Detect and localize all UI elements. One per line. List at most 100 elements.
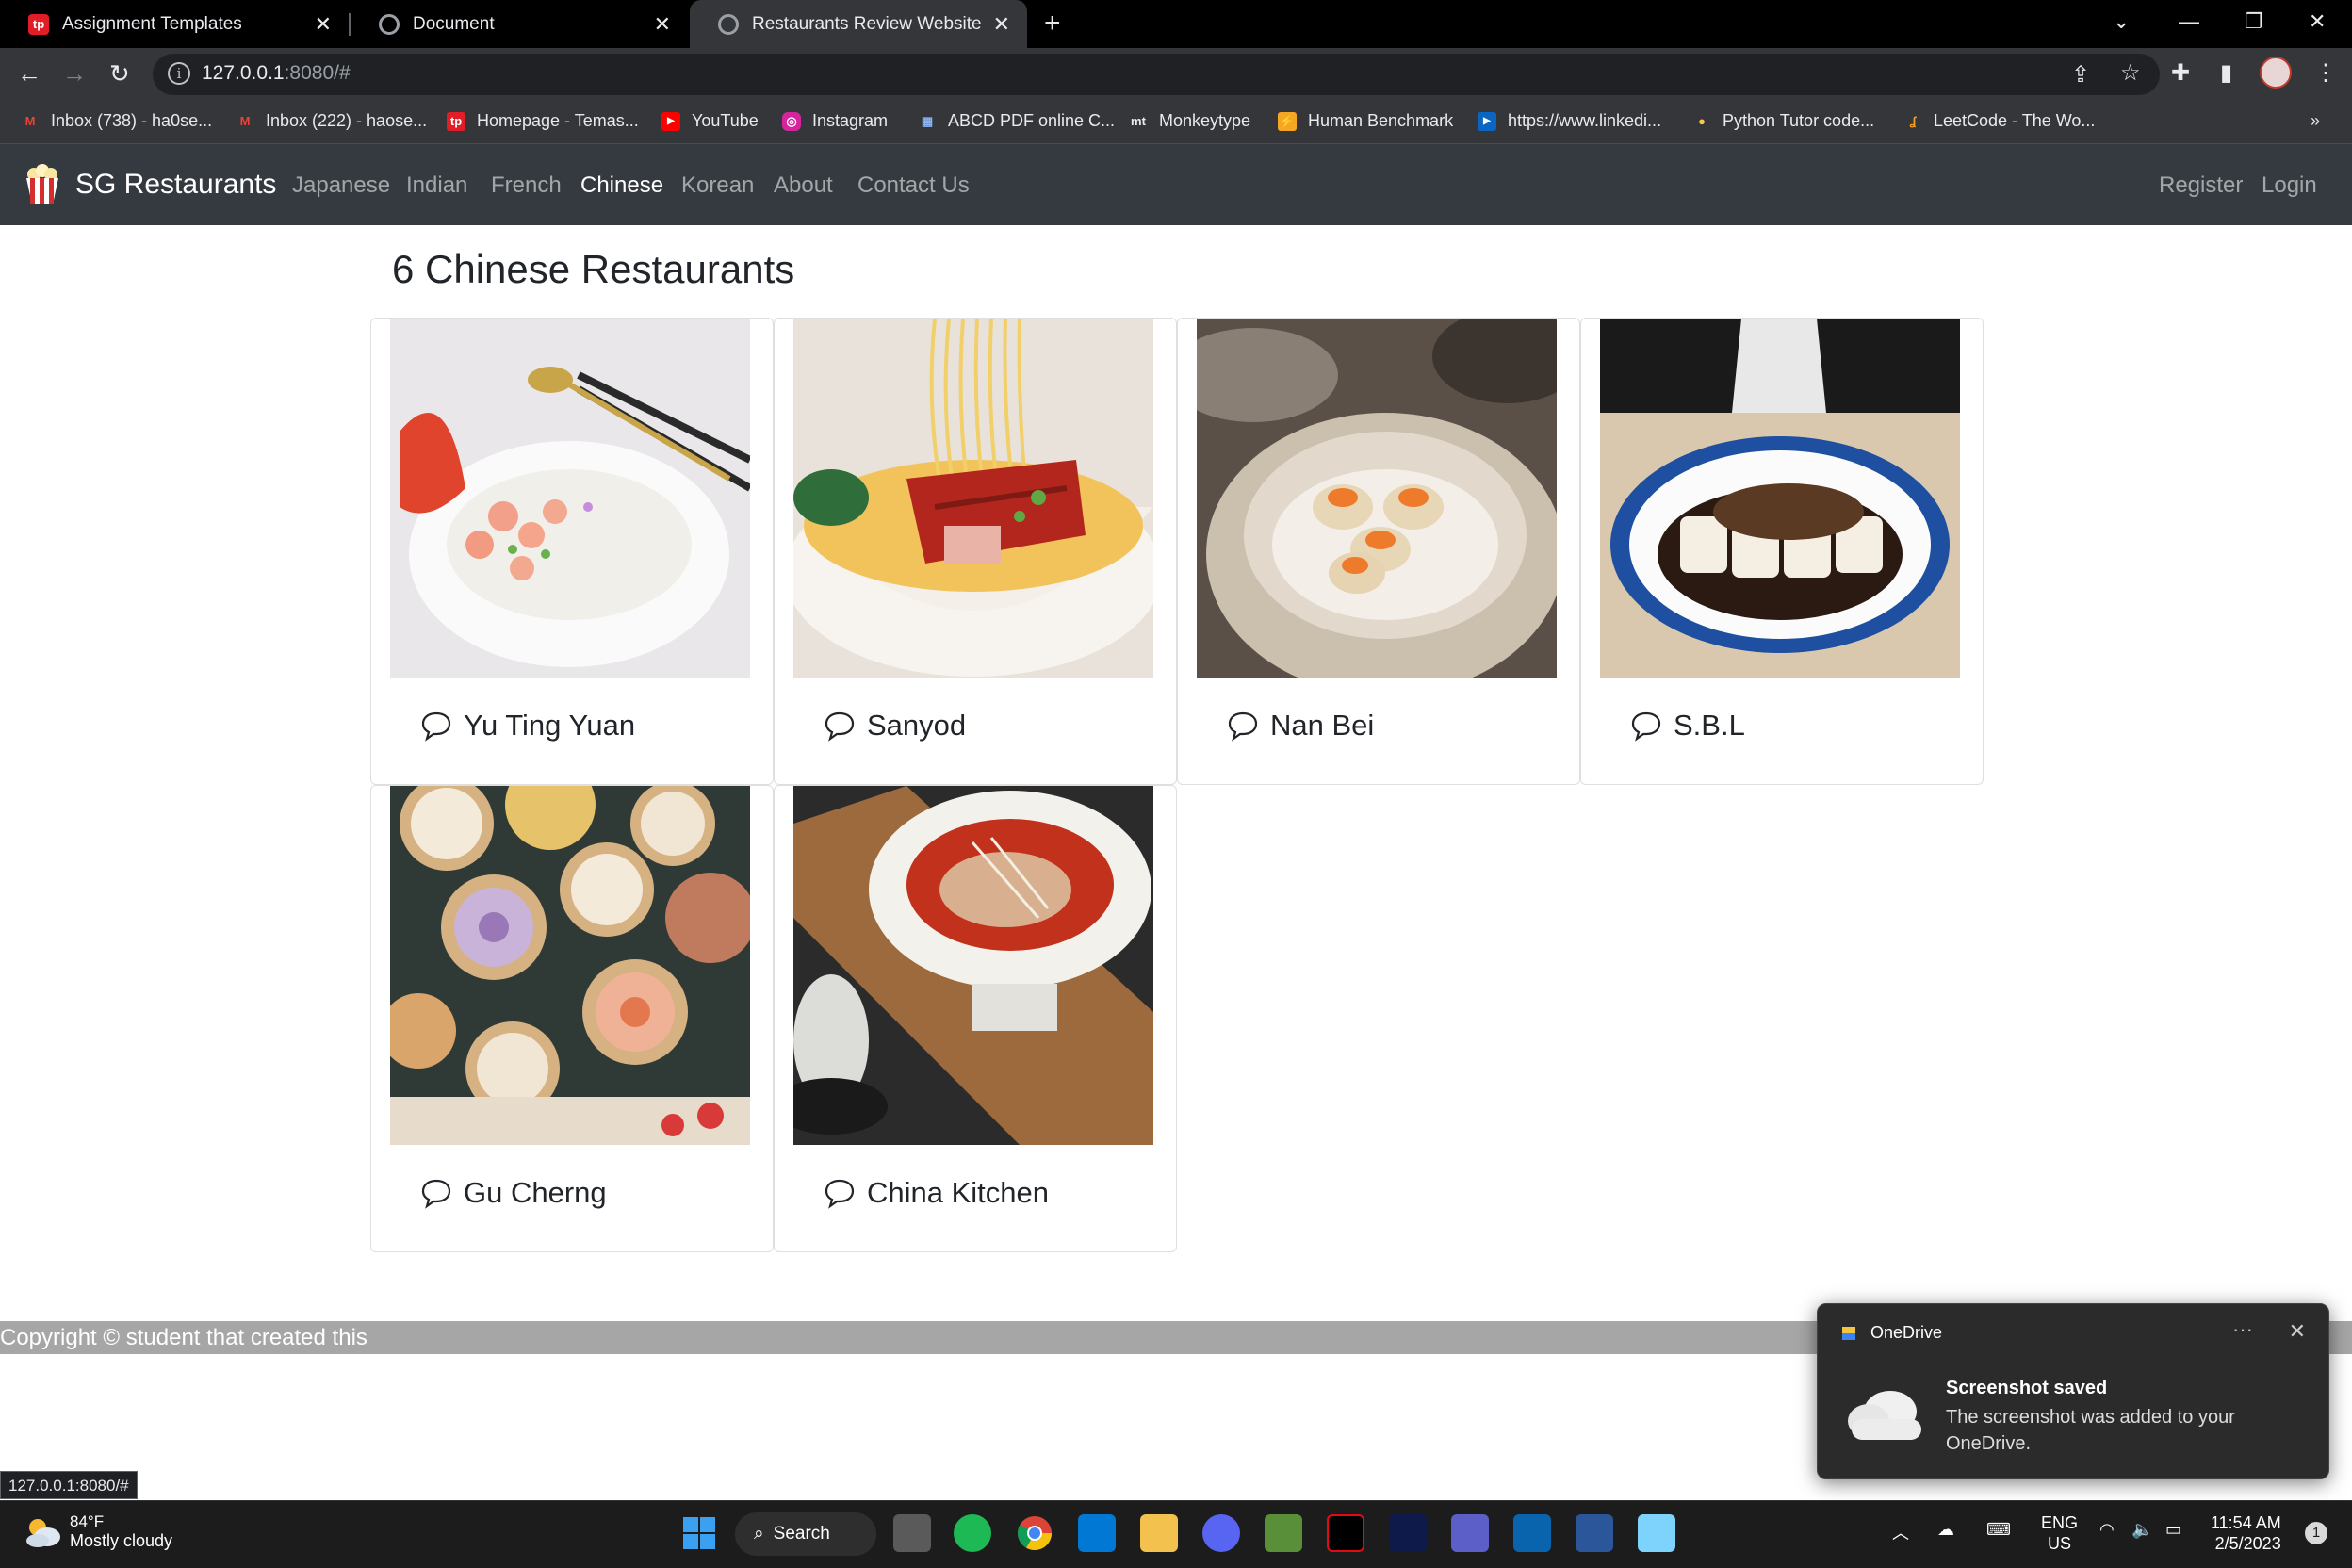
nav-link-indian[interactable]: Indian xyxy=(406,172,467,199)
close-window-icon[interactable]: ✕ xyxy=(2309,9,2326,34)
bookmark-item[interactable]: tp Homepage - Temas... xyxy=(447,111,639,131)
weather-widget[interactable]: 84°F Mostly cloudy xyxy=(24,1512,172,1551)
clock[interactable]: 11:54 AM 2/5/2023 xyxy=(2211,1512,2281,1554)
bookmark-item[interactable]: ⚡ Human Benchmark xyxy=(1278,111,1453,131)
restaurant-caption: Sanyod xyxy=(824,709,966,743)
tab-restaurants-review[interactable]: Restaurants Review Website ✕ xyxy=(690,0,1027,48)
weather-desc: Mostly cloudy xyxy=(70,1531,173,1550)
restaurant-name: Sanyod xyxy=(867,709,967,742)
notepad-icon[interactable] xyxy=(1638,1514,1675,1552)
minecraft-icon[interactable] xyxy=(1265,1514,1302,1552)
address-bar[interactable]: i 127.0.0.1:8080/# ⇪ ☆ xyxy=(153,54,2160,95)
python-icon: ● xyxy=(1698,113,1706,128)
bookmark-star-icon[interactable]: ☆ xyxy=(2120,59,2141,87)
menu-icon[interactable]: ⋮ xyxy=(2314,59,2337,87)
restaurant-caption: Yu Ting Yuan xyxy=(420,709,635,743)
outlook-icon[interactable] xyxy=(1513,1514,1551,1552)
chili-fish-bowl-image[interactable] xyxy=(793,786,1153,1145)
chrome-icon[interactable] xyxy=(1016,1514,1054,1552)
tab-assignment-templates[interactable]: tp Assignment Templates ✕ xyxy=(0,0,349,48)
close-tab-icon[interactable]: ✕ xyxy=(654,12,671,37)
onedrive-notification[interactable]: OneDrive ··· ✕ Screenshot saved The scre… xyxy=(1817,1303,2329,1479)
nav-link-japanese[interactable]: Japanese xyxy=(292,172,390,199)
show-hidden-icons-icon[interactable]: ︿ xyxy=(1892,1520,1909,1544)
minimize-icon[interactable]: — xyxy=(2179,9,2199,34)
tab-search-icon[interactable]: ⌄ xyxy=(2113,9,2130,34)
bookmark-item[interactable]: ● Python Tutor code... xyxy=(1692,111,1874,131)
windows-start-icon[interactable] xyxy=(680,1514,718,1552)
rice-roll-plate-image[interactable] xyxy=(1600,318,1960,678)
url-text[interactable]: 127.0.0.1:8080/# xyxy=(202,62,351,85)
bookmark-item[interactable]: ▦ ABCD PDF online C... xyxy=(918,111,1115,131)
more-bookmarks-icon[interactable]: » xyxy=(2311,111,2320,131)
nav-link-about[interactable]: About xyxy=(774,172,833,199)
side-panel-icon[interactable]: ▮ xyxy=(2220,59,2232,87)
login-link[interactable]: Login xyxy=(2262,172,2317,199)
spotify-icon[interactable] xyxy=(954,1514,991,1552)
brand-link[interactable]: SG Restaurants xyxy=(21,163,276,206)
teams-icon[interactable] xyxy=(1451,1514,1489,1552)
discord-icon[interactable] xyxy=(1202,1514,1240,1552)
nav-link-contact[interactable]: Contact Us xyxy=(858,172,970,199)
bookmark-item[interactable]: M Inbox (738) - ha0se... xyxy=(21,111,213,131)
dim-sum-basket-image[interactable] xyxy=(1197,318,1557,678)
back-icon[interactable]: ← xyxy=(17,59,41,88)
notification-badge[interactable]: 1 xyxy=(2305,1522,2328,1544)
vscode-icon[interactable] xyxy=(1078,1514,1116,1552)
new-tab-button[interactable]: + xyxy=(1044,8,1061,40)
more-options-icon[interactable]: ··· xyxy=(2232,1317,2253,1342)
notification-title: Screenshot saved xyxy=(1946,1378,2108,1398)
forward-icon[interactable]: → xyxy=(62,59,87,88)
restore-icon[interactable]: ❐ xyxy=(2245,9,2263,34)
bookmark-item[interactable]: ◎ Instagram xyxy=(782,111,888,131)
nav-link-chinese[interactable]: Chinese xyxy=(580,172,663,199)
register-link[interactable]: Register xyxy=(2159,172,2243,199)
restaurant-name: Nan Bei xyxy=(1270,709,1375,742)
bookmark-item[interactable]: mt Monkeytype xyxy=(1129,111,1250,131)
search-icon: ⌕ xyxy=(754,1524,764,1544)
bookmark-item[interactable]: ▶ https://www.linkedi... xyxy=(1478,111,1661,131)
restaurant-card[interactable]: Nan Bei xyxy=(1177,318,1580,785)
restaurant-card[interactable]: Sanyod xyxy=(774,318,1177,785)
popcorn-icon xyxy=(26,164,58,204)
volume-icon[interactable]: 🔈 xyxy=(2132,1520,2152,1540)
close-tab-icon[interactable]: ✕ xyxy=(993,12,1010,37)
close-tab-icon[interactable]: ✕ xyxy=(315,12,332,37)
chat-bubble-icon xyxy=(421,1179,451,1209)
file-explorer-icon[interactable] xyxy=(1140,1514,1178,1552)
battery-icon[interactable]: ▭ xyxy=(2165,1520,2181,1540)
language-indicator[interactable]: ENG US xyxy=(2041,1512,2078,1554)
keyboard-icon[interactable]: ⌨ xyxy=(1986,1520,2011,1540)
extensions-icon[interactable]: ✚ xyxy=(2171,59,2190,87)
onedrive-tray-icon[interactable]: ☁ xyxy=(1937,1520,1954,1540)
lightning-icon: ⚡ xyxy=(1278,111,1297,131)
reload-icon[interactable]: ↻ xyxy=(109,59,130,88)
word-icon[interactable] xyxy=(1576,1514,1613,1552)
weather-temp: 84°F xyxy=(70,1512,105,1530)
bookmark-item[interactable]: M Inbox (222) - haose... xyxy=(236,111,428,131)
noodle-bowl-image[interactable] xyxy=(793,318,1153,678)
brand-name: SG Restaurants xyxy=(75,169,277,200)
nav-link-french[interactable]: French xyxy=(491,172,562,199)
nav-link-korean[interactable]: Korean xyxy=(681,172,754,199)
site-info-icon[interactable]: i xyxy=(168,62,190,85)
restaurant-card[interactable]: Gu Cherng xyxy=(370,785,774,1252)
disney-plus-icon[interactable] xyxy=(1389,1514,1427,1552)
netflix-icon[interactable] xyxy=(1327,1514,1364,1552)
taskbar-search[interactable]: ⌕ Search xyxy=(735,1512,876,1556)
close-notification-icon[interactable]: ✕ xyxy=(2289,1319,2306,1344)
restaurant-card[interactable]: China Kitchen xyxy=(774,785,1177,1252)
share-icon[interactable]: ⇪ xyxy=(2071,61,2090,89)
restaurant-card[interactable]: S.B.L xyxy=(1580,318,1984,785)
profile-avatar[interactable] xyxy=(2260,57,2292,89)
dim-sum-spread-image[interactable] xyxy=(390,786,750,1145)
restaurant-caption: Gu Cherng xyxy=(420,1176,607,1210)
bookmark-item[interactable]: ʆ LeetCode - The Wo... xyxy=(1903,111,2095,131)
copyright-text: Copyright © student that created this xyxy=(0,1325,368,1350)
bookmark-item[interactable]: ▶ YouTube xyxy=(662,111,759,131)
wifi-icon[interactable]: ◠ xyxy=(2099,1520,2115,1540)
tab-document[interactable]: Document ✕ xyxy=(351,0,688,48)
task-view-icon[interactable] xyxy=(893,1514,931,1552)
restaurant-card[interactable]: Yu Ting Yuan xyxy=(370,318,774,785)
prawn-dish-image[interactable] xyxy=(390,318,750,678)
